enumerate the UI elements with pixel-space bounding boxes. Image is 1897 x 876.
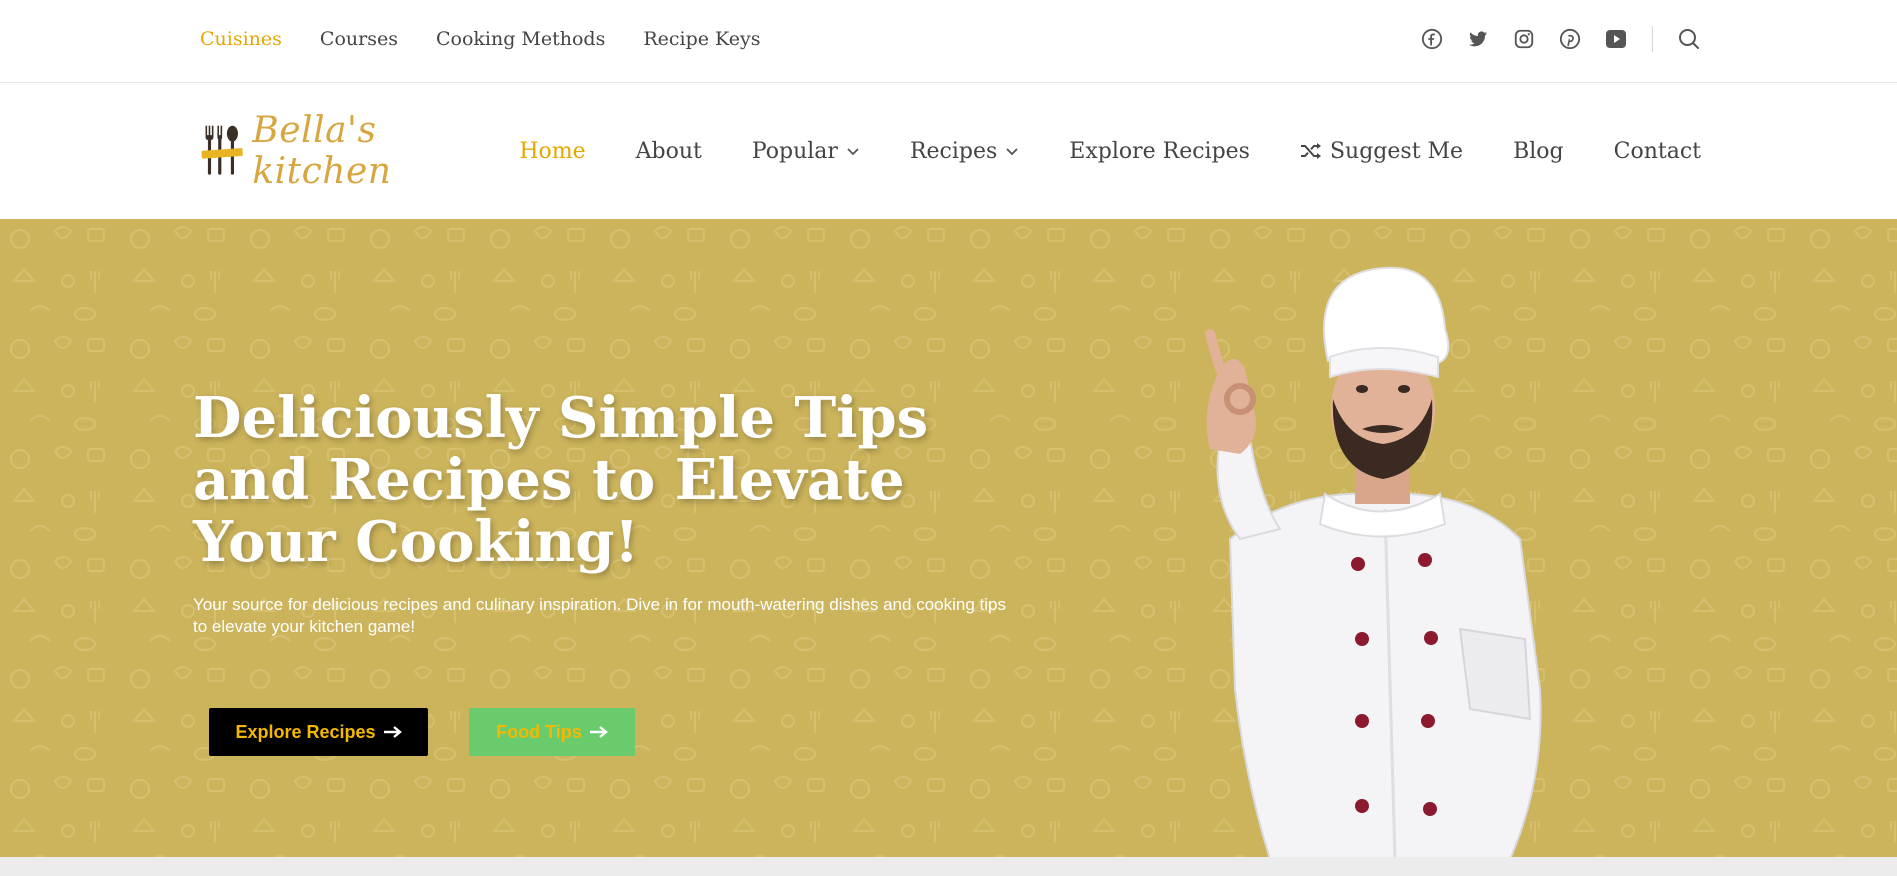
shuffle-icon bbox=[1300, 143, 1321, 159]
hero-title: Deliciously Simple Tips and Recipes to E… bbox=[193, 385, 929, 575]
nav-contact-label: Contact bbox=[1613, 138, 1701, 164]
pinterest-icon[interactable] bbox=[1558, 27, 1582, 51]
top-bar: Cuisines Courses Cooking Methods Recipe … bbox=[0, 0, 1897, 83]
nav-about-label: About bbox=[635, 138, 702, 164]
arrow-right-icon bbox=[383, 726, 402, 738]
search-icon[interactable] bbox=[1677, 27, 1701, 51]
social-links bbox=[1420, 0, 1701, 78]
nav-explore-recipes-label: Explore Recipes bbox=[1069, 138, 1250, 164]
nav-home-label: Home bbox=[519, 138, 586, 164]
section-divider-strip bbox=[0, 857, 1897, 876]
hero-section: Deliciously Simple Tips and Recipes to E… bbox=[0, 219, 1897, 857]
chef-image bbox=[1205, 266, 1542, 857]
nav-suggest-me-label: Suggest Me bbox=[1329, 138, 1464, 164]
instagram-icon[interactable] bbox=[1512, 27, 1536, 51]
hero-subtitle: Your source for delicious recipes and cu… bbox=[193, 595, 1006, 636]
arrow-right-icon bbox=[589, 726, 608, 738]
main-header: Bella's kitchen Home About Popular Recip… bbox=[0, 83, 1897, 219]
site-logo[interactable]: Bella's kitchen bbox=[200, 110, 470, 192]
nav-explore-recipes[interactable]: Explore Recipes bbox=[1069, 139, 1250, 164]
logo-text: Bella's kitchen bbox=[252, 110, 392, 192]
social-divider bbox=[1652, 26, 1653, 52]
nav-popular-label: Popular bbox=[751, 138, 838, 164]
youtube-icon[interactable] bbox=[1604, 27, 1628, 51]
nav-contact[interactable]: Contact bbox=[1614, 139, 1701, 164]
chevron-down-icon bbox=[1006, 148, 1018, 156]
top-nav-cuisines[interactable]: Cuisines bbox=[200, 28, 282, 50]
top-nav-cooking-methods[interactable]: Cooking Methods bbox=[436, 28, 605, 50]
nav-recipes-label: Recipes bbox=[909, 138, 998, 164]
top-nav-courses[interactable]: Courses bbox=[320, 28, 398, 50]
twitter-icon[interactable] bbox=[1466, 27, 1490, 51]
explore-recipes-button-label: Explore Recipes bbox=[235, 721, 376, 742]
nav-suggest-me[interactable]: Suggest Me bbox=[1300, 139, 1463, 164]
food-tips-button-label: Food Tips bbox=[496, 721, 582, 742]
top-nav: Cuisines Courses Cooking Methods Recipe … bbox=[200, 0, 760, 78]
facebook-icon[interactable] bbox=[1420, 27, 1444, 51]
nav-recipes[interactable]: Recipes bbox=[910, 139, 1019, 164]
explore-recipes-button[interactable]: Explore Recipes bbox=[209, 708, 428, 756]
chevron-down-icon bbox=[847, 148, 859, 156]
cutlery-logo-icon bbox=[201, 125, 243, 175]
nav-blog-label: Blog bbox=[1513, 138, 1564, 164]
main-nav: Home About Popular Recipes Explore Recip… bbox=[519, 83, 1701, 219]
nav-about[interactable]: About bbox=[636, 139, 702, 164]
top-nav-recipe-keys[interactable]: Recipe Keys bbox=[643, 28, 760, 50]
nav-popular[interactable]: Popular bbox=[752, 139, 860, 164]
food-tips-button[interactable]: Food Tips bbox=[469, 708, 635, 756]
nav-home[interactable]: Home bbox=[519, 139, 585, 164]
nav-blog[interactable]: Blog bbox=[1513, 139, 1564, 164]
